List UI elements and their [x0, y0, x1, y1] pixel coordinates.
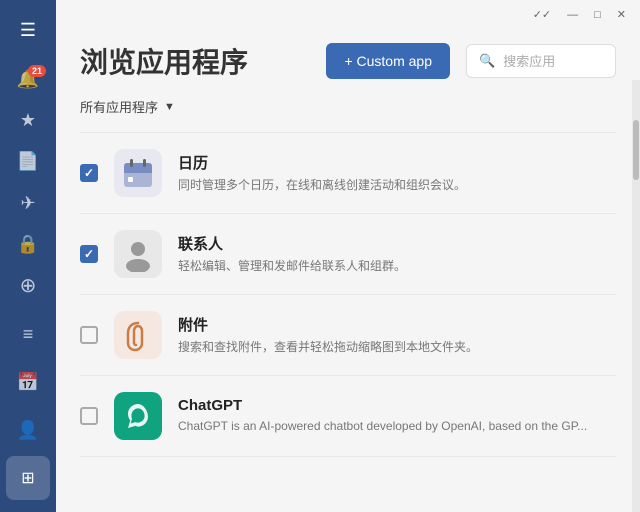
scroll-track	[632, 80, 640, 512]
notification-badge: 21	[28, 65, 46, 77]
sidebar-item-user[interactable]: 👤	[6, 408, 50, 452]
maximize-button[interactable]: □	[590, 7, 605, 23]
attachments-app-name: 附件	[178, 314, 616, 335]
scroll-thumb[interactable]	[633, 120, 639, 180]
filter-bar: 所有应用程序 ▼	[56, 97, 640, 132]
send-icon: ✈	[20, 193, 35, 214]
attachments-app-desc: 搜索和查找附件，查看并轻松拖动缩略图到本地文件夹。	[178, 339, 616, 356]
filter-label[interactable]: 所有应用程序	[80, 97, 158, 116]
chatgpt-checkbox[interactable]	[80, 407, 98, 425]
titlebar: ✓✓ — □ ✕	[56, 0, 640, 29]
attachments-app-icon	[114, 311, 162, 359]
page-header: 浏览应用程序 + Custom app 🔍	[56, 29, 640, 97]
checkmark-icon: ✓✓	[529, 6, 555, 23]
list-icon: ≡	[23, 324, 34, 345]
attachments-checkbox[interactable]	[80, 326, 98, 344]
chatgpt-app-desc: ChatGPT is an AI-powered chatbot develop…	[178, 418, 616, 435]
calendar-app-name: 日历	[178, 152, 616, 173]
attachments-app-info: 附件 搜索和查找附件，查看并轻松拖动缩略图到本地文件夹。	[178, 314, 616, 356]
page-title: 浏览应用程序	[80, 41, 310, 81]
custom-app-button[interactable]: + Custom app	[326, 43, 450, 79]
star-icon: ★	[20, 110, 36, 131]
contacts-app-desc: 轻松编辑、管理和发邮件给联系人和组群。	[178, 258, 616, 275]
sidebar-item-notifications[interactable]: 🔔 21	[6, 61, 50, 98]
document-icon: 📄	[17, 151, 39, 172]
calendar-icon: 📅	[17, 372, 39, 393]
lock-icon: 🔒	[17, 234, 39, 255]
calendar-checkbox[interactable]	[80, 164, 98, 182]
search-input[interactable]	[503, 54, 603, 69]
contacts-checkbox[interactable]	[80, 245, 98, 263]
user-icon: 👤	[17, 420, 39, 441]
menu-icon[interactable]: ☰	[12, 12, 44, 49]
add-icon: ⊕	[20, 273, 37, 298]
chevron-down-icon[interactable]: ▼	[164, 101, 175, 113]
calendar-app-icon	[114, 149, 162, 197]
chatgpt-app-icon	[114, 392, 162, 440]
sidebar-item-lock[interactable]: 🔒	[6, 226, 50, 263]
sidebar: ☰ 🔔 21 ★ 📄 ✈ 🔒 ⊕ ≡ 📅 👤 ⊞	[0, 0, 56, 512]
sidebar-item-messages[interactable]: ✈	[6, 185, 50, 222]
list-item: ChatGPT ChatGPT is an AI-powered chatbot…	[80, 376, 616, 457]
contacts-app-name: 联系人	[178, 233, 616, 254]
minimize-button[interactable]: —	[563, 7, 582, 23]
chatgpt-app-info: ChatGPT ChatGPT is an AI-powered chatbot…	[178, 397, 616, 435]
search-icon: 🔍	[479, 53, 495, 69]
apps-icon: ⊞	[21, 468, 34, 488]
app-list: 日历 同时管理多个日历，在线和离线创建活动和组织会议。 联系人 轻松编辑、管理和…	[56, 132, 640, 457]
sidebar-item-calendar[interactable]: 📅	[6, 360, 50, 404]
sidebar-item-cloud[interactable]: ⊕	[6, 267, 50, 304]
contacts-app-info: 联系人 轻松编辑、管理和发邮件给联系人和组群。	[178, 233, 616, 275]
main-content: ✓✓ — □ ✕ 浏览应用程序 + Custom app 🔍 所有应用程序 ▼	[56, 0, 640, 512]
sidebar-item-documents[interactable]: 📄	[6, 143, 50, 180]
calendar-app-desc: 同时管理多个日历，在线和离线创建活动和组织会议。	[178, 177, 616, 194]
chatgpt-app-name: ChatGPT	[178, 397, 616, 414]
sidebar-item-apps[interactable]: ⊞	[6, 456, 50, 500]
close-button[interactable]: ✕	[613, 6, 630, 23]
search-box: 🔍	[466, 44, 616, 78]
list-item: 附件 搜索和查找附件，查看并轻松拖动缩略图到本地文件夹。	[80, 295, 616, 376]
calendar-app-info: 日历 同时管理多个日历，在线和离线创建活动和组织会议。	[178, 152, 616, 194]
sidebar-item-list[interactable]: ≡	[6, 312, 50, 356]
list-item: 日历 同时管理多个日历，在线和离线创建活动和组织会议。	[80, 132, 616, 214]
list-item: 联系人 轻松编辑、管理和发邮件给联系人和组群。	[80, 214, 616, 295]
sidebar-item-starred[interactable]: ★	[6, 102, 50, 139]
contacts-app-icon	[114, 230, 162, 278]
